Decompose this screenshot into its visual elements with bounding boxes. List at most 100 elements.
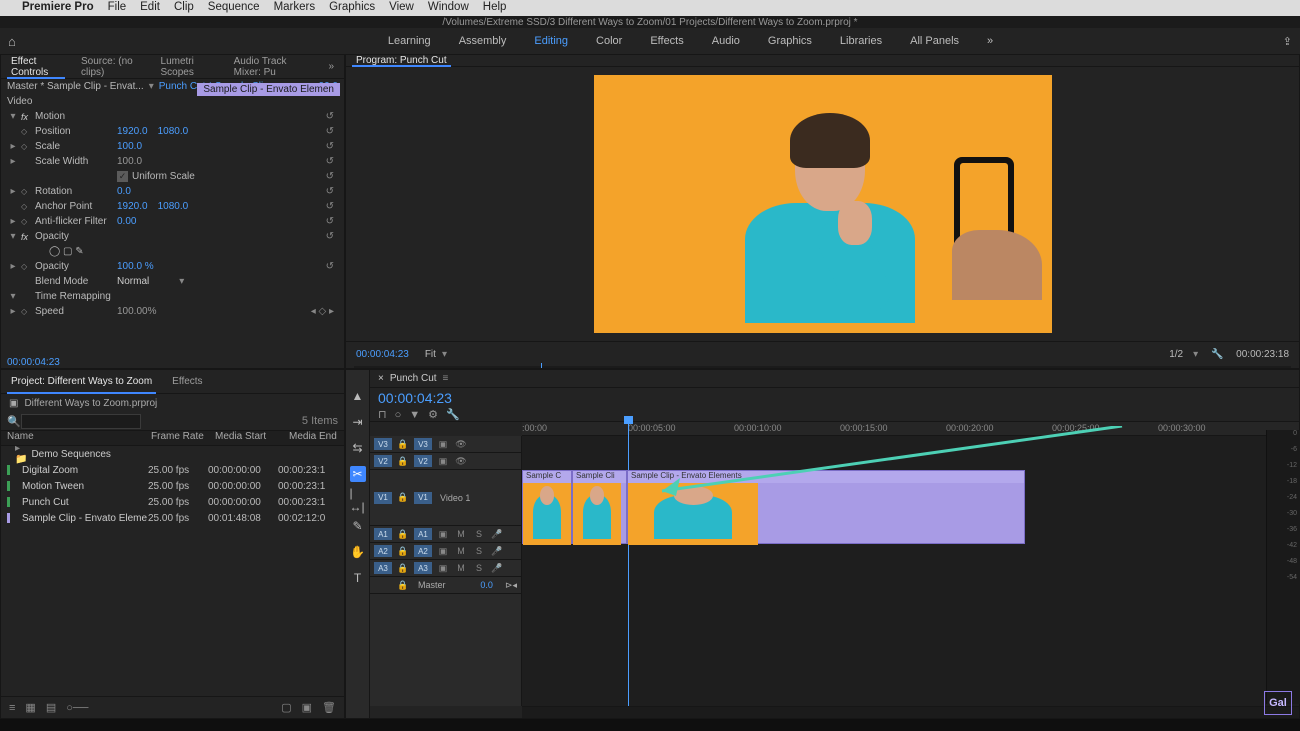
bin-icon[interactable]: ▣: [9, 398, 18, 409]
track-select-tool-icon[interactable]: ⇥: [350, 414, 366, 430]
new-bin-icon[interactable]: ▢: [281, 701, 291, 714]
settings-icon[interactable]: ⚙: [428, 408, 438, 421]
track-master[interactable]: Master: [418, 580, 446, 590]
sequence-name[interactable]: Punch Cut: [390, 373, 437, 384]
reset-icon[interactable]: ↺: [326, 201, 334, 212]
timeline-clips-area[interactable]: Sample C Sample Cli Sample Clip - Envato…: [522, 436, 1299, 706]
marker-add-icon[interactable]: ▼: [409, 409, 420, 421]
opacity-header[interactable]: Opacity: [35, 231, 117, 242]
workspace-effects[interactable]: Effects: [636, 28, 697, 54]
uniform-scale-checkbox[interactable]: ✓: [117, 171, 128, 182]
linked-icon[interactable]: ○: [395, 409, 402, 421]
label-swatch[interactable]: [7, 465, 10, 475]
program-fit[interactable]: Fit: [425, 349, 436, 360]
reset-icon[interactable]: ↺: [326, 261, 334, 272]
freeform-view-icon[interactable]: ▤: [46, 701, 56, 714]
track-v2-src[interactable]: V2: [374, 455, 392, 467]
tab-project[interactable]: Project: Different Ways to Zoom: [1, 370, 162, 393]
workspace-editing[interactable]: Editing: [520, 28, 582, 54]
project-row[interactable]: Motion Tween25.00 fps00:00:00:0000:00:23…: [1, 478, 344, 494]
icon-view-icon[interactable]: ▦: [25, 701, 35, 714]
label-swatch[interactable]: [7, 497, 10, 507]
new-item-icon[interactable]: ▣: [302, 701, 312, 714]
track-a3[interactable]: A3: [414, 562, 432, 574]
timeline-scrollbar[interactable]: [522, 706, 1299, 718]
track-a3-src[interactable]: A3: [374, 562, 392, 574]
wrench-icon[interactable]: 🔧: [446, 408, 460, 421]
home-icon[interactable]: ⌂: [8, 34, 16, 49]
position-y[interactable]: 1080.0: [158, 126, 189, 137]
slip-tool-icon[interactable]: |↔|: [350, 492, 366, 508]
time-remap-header[interactable]: Time Remapping: [35, 291, 117, 302]
track-v3[interactable]: V3: [414, 438, 432, 450]
effect-tc-bottom[interactable]: 00:00:04:23: [7, 357, 60, 368]
project-row[interactable]: Digital Zoom25.00 fps00:00:00:0000:00:23…: [1, 462, 344, 478]
anchor-x[interactable]: 1920.0: [117, 201, 148, 212]
list-view-icon[interactable]: ≡: [9, 702, 15, 714]
workspace-overflow[interactable]: »: [973, 28, 1007, 54]
master-clip-label[interactable]: Master * Sample Clip - Envat...: [7, 81, 144, 92]
workspace-graphics[interactable]: Graphics: [754, 28, 826, 54]
track-v1-src[interactable]: V1: [374, 492, 392, 504]
zoom-slider-icon[interactable]: ○──: [66, 702, 88, 714]
menu-edit[interactable]: Edit: [140, 1, 160, 13]
hand-tool-icon[interactable]: ✋: [350, 544, 366, 560]
project-row[interactable]: ▸ 📁Demo Sequences: [1, 446, 344, 462]
tab-effect-controls[interactable]: Effect Controls: [1, 55, 71, 78]
track-v2[interactable]: V2: [414, 455, 432, 467]
playhead[interactable]: [628, 422, 629, 706]
menu-help[interactable]: Help: [483, 1, 507, 13]
rotation-value[interactable]: 0.0: [117, 186, 131, 197]
trash-icon[interactable]: 🗑: [322, 701, 336, 714]
type-tool-icon[interactable]: T: [350, 570, 366, 586]
project-row[interactable]: Punch Cut25.00 fps00:00:00:0000:00:23:1: [1, 494, 344, 510]
timeline-timecode[interactable]: 00:00:04:23: [370, 388, 1299, 408]
reset-icon[interactable]: ↺: [326, 186, 334, 197]
program-timecode[interactable]: 00:00:04:23: [356, 349, 409, 360]
menu-graphics[interactable]: Graphics: [329, 1, 375, 13]
reset-icon[interactable]: ↺: [326, 126, 334, 137]
program-resolution[interactable]: 1/2: [1169, 349, 1183, 360]
scale-value[interactable]: 100.0: [117, 141, 142, 152]
ripple-tool-icon[interactable]: ⇆: [350, 440, 366, 456]
tab-effects-panel[interactable]: Effects: [162, 370, 212, 393]
tab-lumetri[interactable]: Lumetri Scopes: [151, 55, 224, 78]
col-mediastart[interactable]: Media Start: [215, 431, 285, 445]
workspace-assembly[interactable]: Assembly: [445, 28, 521, 54]
track-v3-src[interactable]: V3: [374, 438, 392, 450]
reset-icon[interactable]: ↺: [326, 156, 334, 167]
antiflicker-value[interactable]: 0.00: [117, 216, 136, 227]
reset-icon[interactable]: ↺: [326, 231, 334, 242]
opacity-value[interactable]: 100.0 %: [117, 261, 154, 272]
clip-1[interactable]: Sample C: [522, 470, 572, 544]
timeline-ruler[interactable]: :00:00 00:00:05:00 00:00:10:00 00:00:15:…: [522, 422, 1299, 436]
search-input[interactable]: [21, 414, 141, 429]
col-framerate[interactable]: Frame Rate: [151, 431, 211, 445]
position-x[interactable]: 1920.0: [117, 126, 148, 137]
reset-icon[interactable]: ↺: [326, 141, 334, 152]
reset-icon[interactable]: ↺: [326, 216, 334, 227]
tab-source[interactable]: Source: (no clips): [71, 55, 151, 78]
reset-icon[interactable]: ↺: [326, 111, 334, 122]
clip-3[interactable]: Sample Clip - Envato Elements: [627, 470, 1025, 544]
menu-window[interactable]: Window: [428, 1, 469, 13]
workspace-libraries[interactable]: Libraries: [826, 28, 896, 54]
wrench-icon[interactable]: 🔧: [1211, 349, 1223, 360]
menu-sequence[interactable]: Sequence: [208, 1, 260, 13]
workspace-allpanels[interactable]: All Panels: [896, 28, 973, 54]
pen-tool-icon[interactable]: ✎: [350, 518, 366, 534]
label-swatch[interactable]: [7, 481, 10, 491]
speed-value[interactable]: 100.00%: [117, 306, 156, 317]
razor-tool-icon[interactable]: ✂: [350, 466, 366, 482]
snap-icon[interactable]: ⊓: [378, 408, 387, 421]
track-a1[interactable]: A1: [414, 528, 432, 540]
export-icon[interactable]: ⇪: [1283, 35, 1292, 48]
workspace-audio[interactable]: Audio: [698, 28, 754, 54]
label-swatch[interactable]: [7, 513, 10, 523]
clip-2[interactable]: Sample Cli: [572, 470, 627, 544]
menu-clip[interactable]: Clip: [174, 1, 194, 13]
track-a1-src[interactable]: A1: [374, 528, 392, 540]
motion-header[interactable]: Motion: [35, 111, 117, 122]
reset-icon[interactable]: ↺: [326, 171, 334, 182]
track-v1[interactable]: V1: [414, 492, 432, 504]
